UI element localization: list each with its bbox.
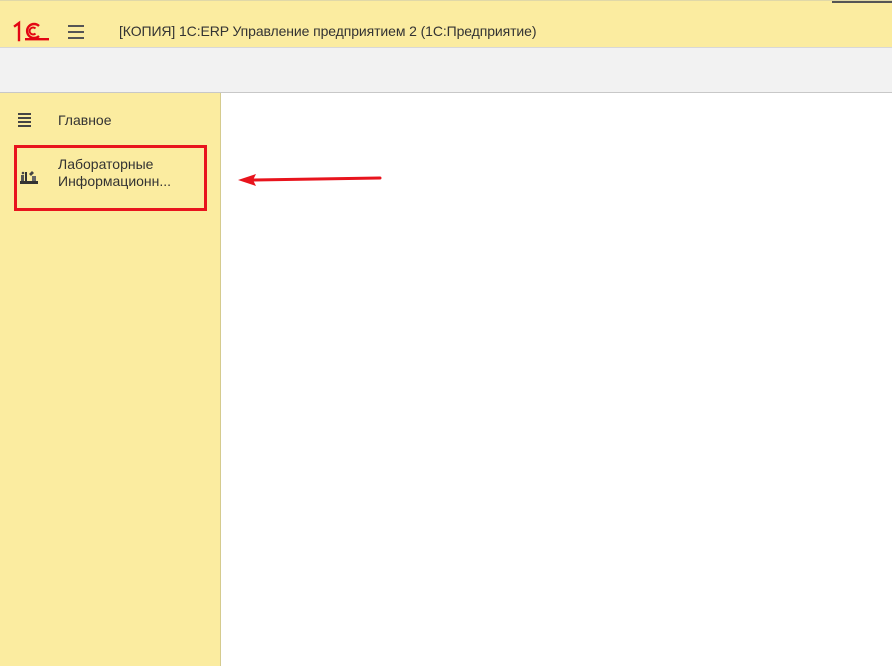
- menu-lines-icon: [18, 113, 31, 127]
- window-edge: [832, 1, 892, 3]
- sidebar-item-label: Главное: [58, 112, 112, 128]
- red-arrow-annotation-icon: [238, 174, 382, 186]
- highlight-annotation-box: [14, 145, 207, 211]
- sidebar-item-main[interactable]: Главное: [0, 107, 221, 135]
- toolbar: [0, 47, 892, 93]
- window-title: [КОПИЯ] 1С:ERP Управление предприятием 2…: [119, 23, 537, 39]
- hamburger-menu-icon[interactable]: [68, 25, 84, 39]
- title-bar: [КОПИЯ] 1С:ERP Управление предприятием 2…: [0, 0, 892, 47]
- 1c-logo-icon[interactable]: [13, 20, 51, 42]
